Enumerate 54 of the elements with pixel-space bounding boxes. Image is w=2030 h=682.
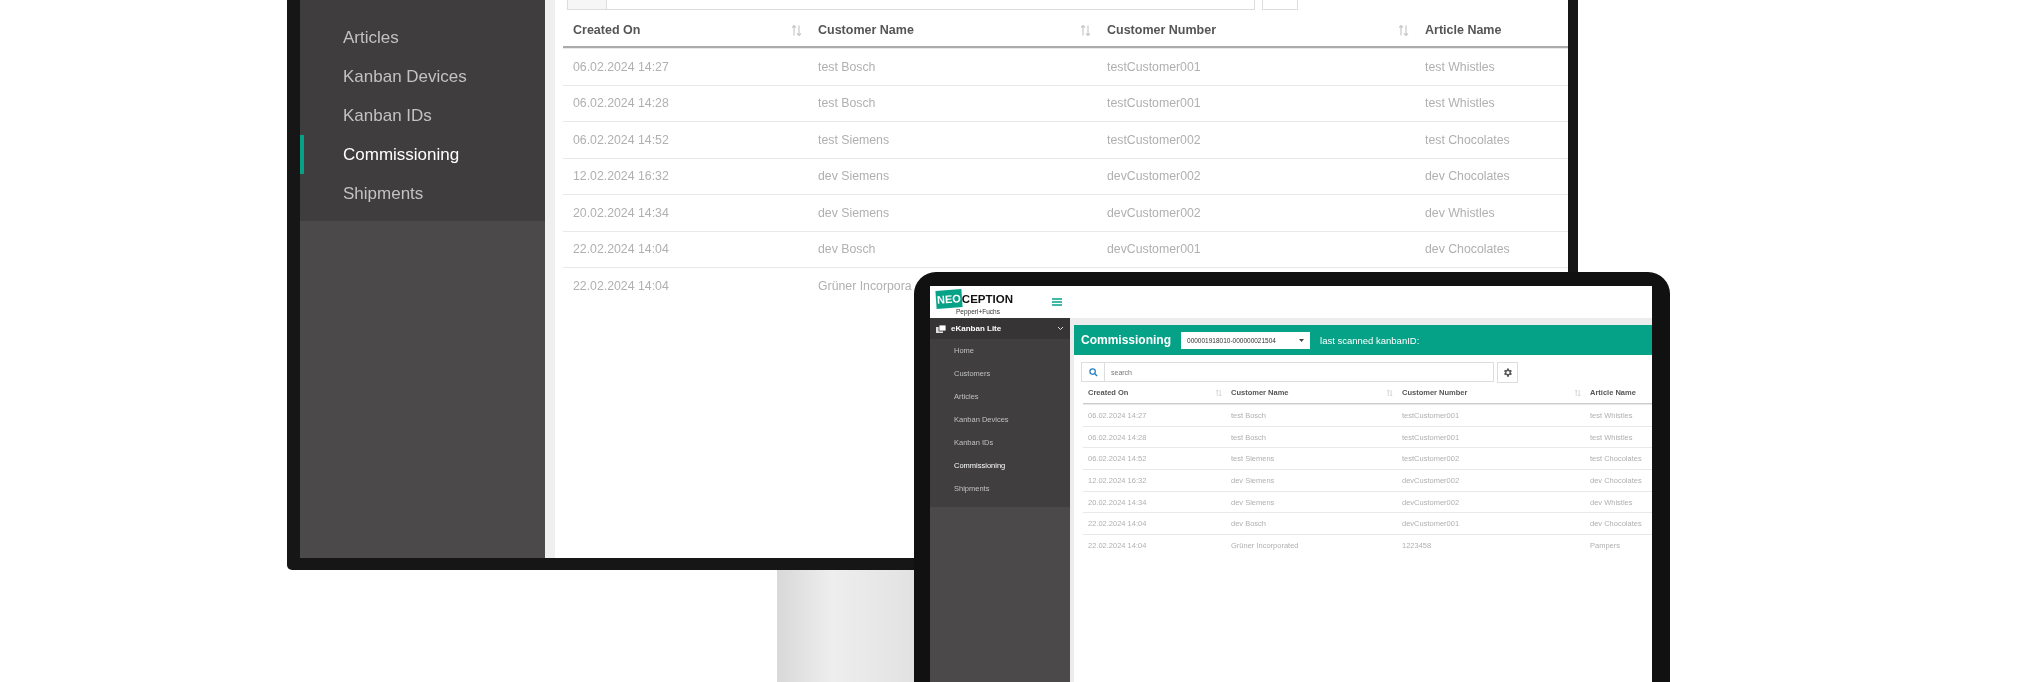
table-cell: 06.02.2024 14:52 — [573, 132, 669, 147]
table-cell: test Whistles — [1425, 59, 1495, 74]
column-label: Customer Number — [1107, 23, 1217, 37]
search-icon — [1088, 367, 1098, 377]
sidebar-section[interactable]: eKanban Lite — [930, 318, 1070, 339]
scan-label: last scanned kanbanID: — [1320, 334, 1420, 346]
table-cell: Grüner Incorpora — [818, 278, 912, 293]
devices-icon — [936, 324, 947, 333]
column-label: Customer Name — [818, 23, 914, 37]
table-cell: testCustomer002 — [1107, 132, 1201, 147]
column-header[interactable]: Customer Number — [1097, 14, 1415, 46]
sidebar-item[interactable]: Kanban IDs — [300, 96, 545, 135]
table-cell: 12.02.2024 16:32 — [573, 169, 669, 184]
table-cell: dev Chocolates — [1425, 242, 1510, 257]
table-cell: testCustomer001 — [1107, 96, 1201, 111]
table-cell: test Bosch — [818, 59, 876, 74]
table-cell: 06.02.2024 14:27 — [573, 59, 669, 74]
search-button[interactable] — [1081, 362, 1105, 382]
sort-icon[interactable] — [792, 23, 802, 37]
page-title: Commissioning — [1081, 333, 1171, 347]
caret-icon — [1299, 338, 1304, 342]
sort-icon[interactable] — [1387, 388, 1393, 397]
settings-icon — [1502, 367, 1513, 378]
table-cell: test Bosch — [818, 96, 876, 111]
table-cell: test Whistles — [1425, 96, 1495, 111]
table-cell: test Chocolates — [1425, 132, 1510, 147]
table-cell: devCustomer002 — [1107, 205, 1201, 220]
table-cell: dev Chocolates — [1425, 169, 1510, 184]
table-cell: 06.02.2024 14:28 — [573, 96, 669, 111]
sort-icon[interactable] — [1399, 23, 1409, 37]
table-cell: 22.02.2024 14:04 — [573, 242, 669, 257]
sort-icon[interactable] — [1575, 388, 1581, 397]
column-label: Created On — [573, 23, 641, 37]
table-cell: dev Siemens — [818, 205, 890, 220]
table-cell: 20.02.2024 14:34 — [573, 205, 669, 220]
column-header[interactable]: Customer Name — [808, 14, 1097, 46]
table-cell: dev Bosch — [818, 242, 876, 257]
table-cell: testCustomer001 — [1107, 59, 1201, 74]
sort-icon[interactable] — [1081, 23, 1091, 37]
table-cell: dev Siemens — [818, 169, 890, 184]
table-cell: test Siemens — [818, 132, 890, 147]
column-header[interactable]: Created On — [563, 14, 808, 46]
sidebar-item[interactable]: Shipments — [300, 174, 545, 213]
table-cell: 22.02.2024 14:04 — [573, 278, 669, 293]
table-cell: devCustomer001 — [1107, 242, 1201, 257]
sidebar-item[interactable]: Kanban Devices — [300, 57, 545, 96]
table-cell: devCustomer002 — [1107, 169, 1201, 184]
menu-icon[interactable] — [1052, 298, 1062, 306]
sidebar-item[interactable]: Articles — [300, 18, 545, 57]
table-cell: dev Whistles — [1425, 205, 1495, 220]
sort-icon[interactable] — [1216, 388, 1222, 397]
sidebar-item[interactable]: Commissioning — [300, 135, 545, 174]
column-label: Article Name — [1425, 23, 1502, 37]
column-header[interactable]: Article Name — [1415, 14, 1568, 46]
